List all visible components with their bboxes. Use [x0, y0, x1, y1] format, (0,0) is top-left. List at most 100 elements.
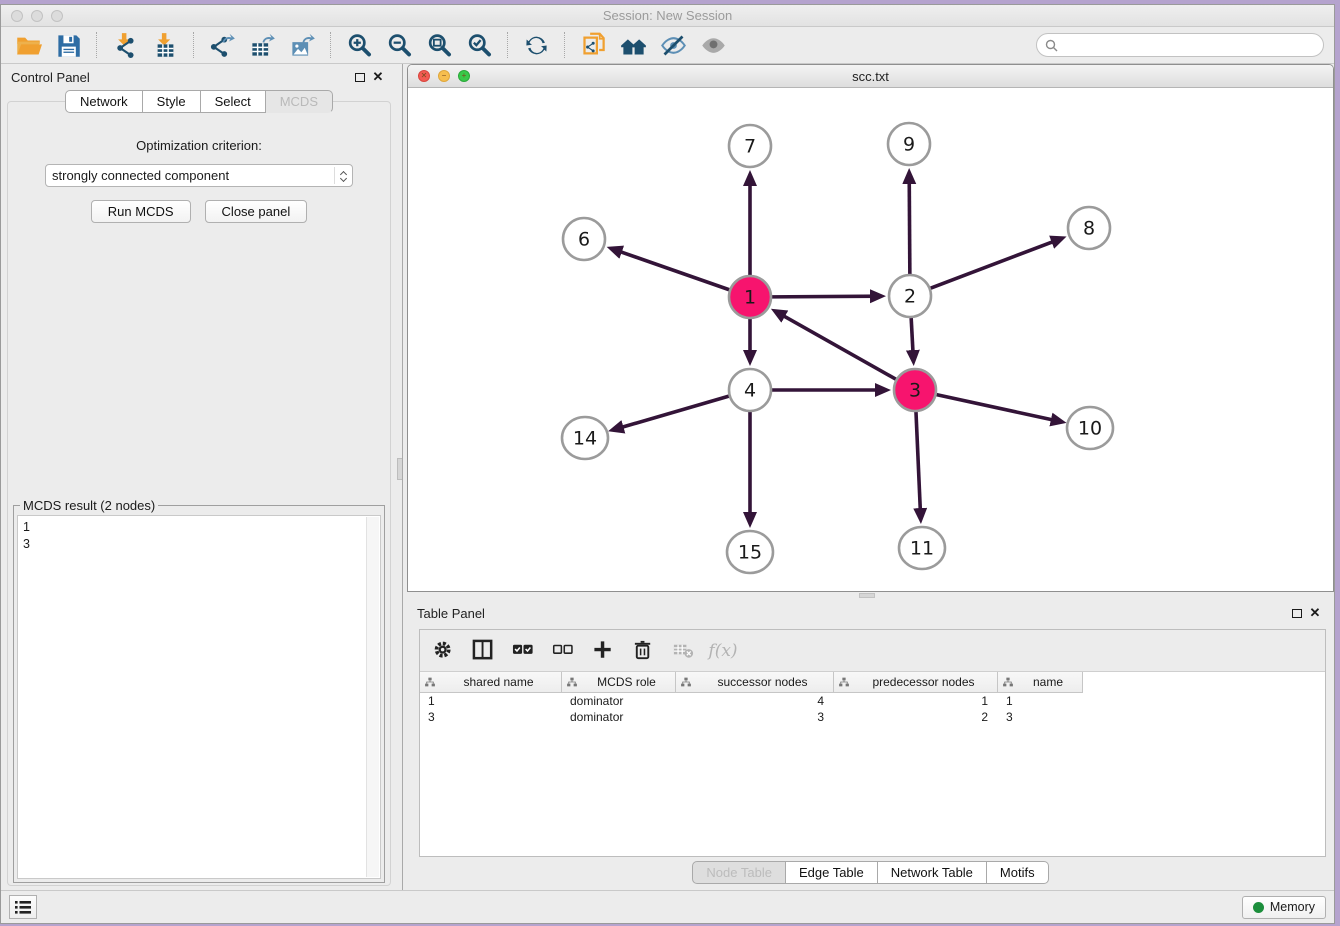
column-header-name[interactable]: name	[998, 672, 1083, 693]
graph-node-2[interactable]: 2	[889, 275, 931, 317]
table-cell[interactable]: 2	[834, 709, 998, 725]
mcds-result-title: MCDS result (2 nodes)	[20, 498, 158, 513]
table-cell[interactable]: 1	[998, 693, 1083, 709]
graph-edge-1-2[interactable]	[772, 296, 880, 297]
network-canvas[interactable]: 7 9 6 8 1 2 4 3 14 10 15 11	[408, 88, 1333, 591]
tab-network-table[interactable]: Network Table	[878, 861, 987, 884]
graph-node-7[interactable]: 7	[729, 125, 771, 167]
close-table-panel-icon[interactable]: ✕	[1306, 605, 1324, 621]
node-table-frame: f(x) shared name MCDS role successor nod…	[419, 629, 1326, 857]
graph-node-10[interactable]: 10	[1067, 407, 1113, 449]
import-network-button[interactable]	[108, 30, 142, 60]
tab-node-table[interactable]: Node Table	[692, 861, 786, 884]
mcds-result-fieldset: MCDS result (2 nodes) 13	[13, 505, 385, 883]
task-history-button[interactable]	[9, 895, 37, 919]
table-splitter-grabber[interactable]	[859, 593, 875, 598]
tab-motifs[interactable]: Motifs	[987, 861, 1049, 884]
table-row[interactable]: 3dominator323	[420, 709, 1325, 725]
columns-button[interactable]	[470, 638, 496, 664]
refresh-button[interactable]	[519, 30, 553, 60]
table-cell[interactable]: dominator	[562, 709, 676, 725]
graph-edge-4-14[interactable]	[614, 396, 729, 429]
graph-edge-2-8[interactable]	[931, 239, 1061, 289]
float-panel-icon[interactable]	[351, 69, 369, 85]
zoom-selected-button[interactable]	[462, 30, 496, 60]
import-table-button[interactable]	[148, 30, 182, 60]
run-mcds-button[interactable]: Run MCDS	[91, 200, 191, 223]
graph-node-6[interactable]: 6	[563, 218, 605, 260]
graph-edge-3-1[interactable]	[776, 312, 896, 379]
table-cell[interactable]: 1	[420, 693, 562, 709]
graph-edge-3-10[interactable]	[936, 395, 1060, 422]
column-header-MCDS-role[interactable]: MCDS role	[562, 672, 676, 693]
add-column-button[interactable]	[590, 638, 616, 664]
table-row[interactable]: 1dominator411	[420, 693, 1325, 709]
close-panel-button[interactable]: Close panel	[205, 200, 308, 223]
tree-icon	[1002, 676, 1014, 688]
graph-node-8[interactable]: 8	[1068, 207, 1110, 249]
tab-network[interactable]: Network	[65, 90, 143, 113]
import-table-icon	[152, 32, 179, 59]
tree-icon	[680, 676, 692, 688]
graph-edge-1-6[interactable]	[612, 249, 729, 290]
graph-edge-2-9[interactable]	[909, 174, 910, 274]
graph-node-1[interactable]: 1	[729, 276, 771, 318]
table-toolbar: f(x)	[420, 630, 1325, 672]
table-cell[interactable]: 4	[676, 693, 834, 709]
mcds-result-text[interactable]: 13	[17, 515, 381, 879]
home-button[interactable]	[616, 30, 650, 60]
column-header-successor-nodes[interactable]: successor nodes	[676, 672, 834, 693]
result-scrollbar[interactable]	[366, 517, 379, 877]
network-title: scc.txt	[408, 69, 1333, 84]
table-cell[interactable]: 3	[420, 709, 562, 725]
graph-node-11[interactable]: 11	[899, 527, 945, 569]
gear-button[interactable]	[430, 638, 456, 664]
zoom-out-button[interactable]	[382, 30, 416, 60]
export-image-button[interactable]	[285, 30, 319, 60]
deselect-all-button[interactable]	[550, 638, 576, 664]
zoom-in-button[interactable]	[342, 30, 376, 60]
graph-node-15[interactable]: 15	[727, 531, 773, 573]
export-network-button[interactable]	[205, 30, 239, 60]
save-session-button[interactable]	[51, 30, 85, 60]
splitter-grabber[interactable]	[397, 458, 403, 480]
hide-eye-button[interactable]	[656, 30, 690, 60]
select-all-button[interactable]	[510, 638, 536, 664]
column-header-shared-name[interactable]: shared name	[420, 672, 562, 693]
table-splitter[interactable]	[407, 592, 1334, 600]
optimization-select[interactable]: strongly connected component	[45, 164, 353, 187]
table-cell[interactable]: 3	[676, 709, 834, 725]
tab-select[interactable]: Select	[201, 90, 266, 113]
search-input[interactable]	[1063, 38, 1315, 52]
table-panel-title: Table Panel	[417, 606, 485, 621]
tab-mcds[interactable]: MCDS	[266, 90, 333, 113]
search-box[interactable]	[1036, 33, 1324, 57]
application-window: Session: New Session Control Panel ✕ Net…	[0, 4, 1335, 924]
column-header-predecessor-nodes[interactable]: predecessor nodes	[834, 672, 998, 693]
export-table-button[interactable]	[245, 30, 279, 60]
network-graph[interactable]: 7 9 6 8 1 2 4 3 14 10 15 11	[408, 88, 1333, 591]
graph-node-3[interactable]: 3	[894, 369, 936, 411]
table-cell[interactable]: 3	[998, 709, 1083, 725]
ndex-button[interactable]	[576, 30, 610, 60]
tab-style[interactable]: Style	[143, 90, 201, 113]
float-table-panel-icon[interactable]	[1288, 605, 1306, 621]
node-label: 8	[1083, 218, 1095, 240]
tab-edge-table[interactable]: Edge Table	[786, 861, 878, 884]
graph-node-9[interactable]: 9	[888, 123, 930, 165]
graph-node-4[interactable]: 4	[729, 369, 771, 411]
delete-column-button[interactable]	[630, 638, 656, 664]
open-file-button[interactable]	[11, 30, 45, 60]
graph-node-14[interactable]: 14	[562, 417, 608, 459]
graph-edge-2-3[interactable]	[911, 318, 913, 360]
zoom-fit-button[interactable]	[422, 30, 456, 60]
control-panel: Control Panel ✕ NetworkStyleSelectMCDS O…	[1, 64, 397, 890]
panel-splitter[interactable]	[397, 64, 407, 890]
table-cell[interactable]: dominator	[562, 693, 676, 709]
table-cell[interactable]: 1	[834, 693, 998, 709]
memory-button[interactable]: Memory	[1242, 896, 1326, 919]
gear-icon	[433, 640, 454, 661]
close-panel-icon[interactable]: ✕	[369, 69, 387, 85]
eye-button[interactable]	[696, 30, 730, 60]
graph-edge-3-11[interactable]	[916, 412, 921, 518]
